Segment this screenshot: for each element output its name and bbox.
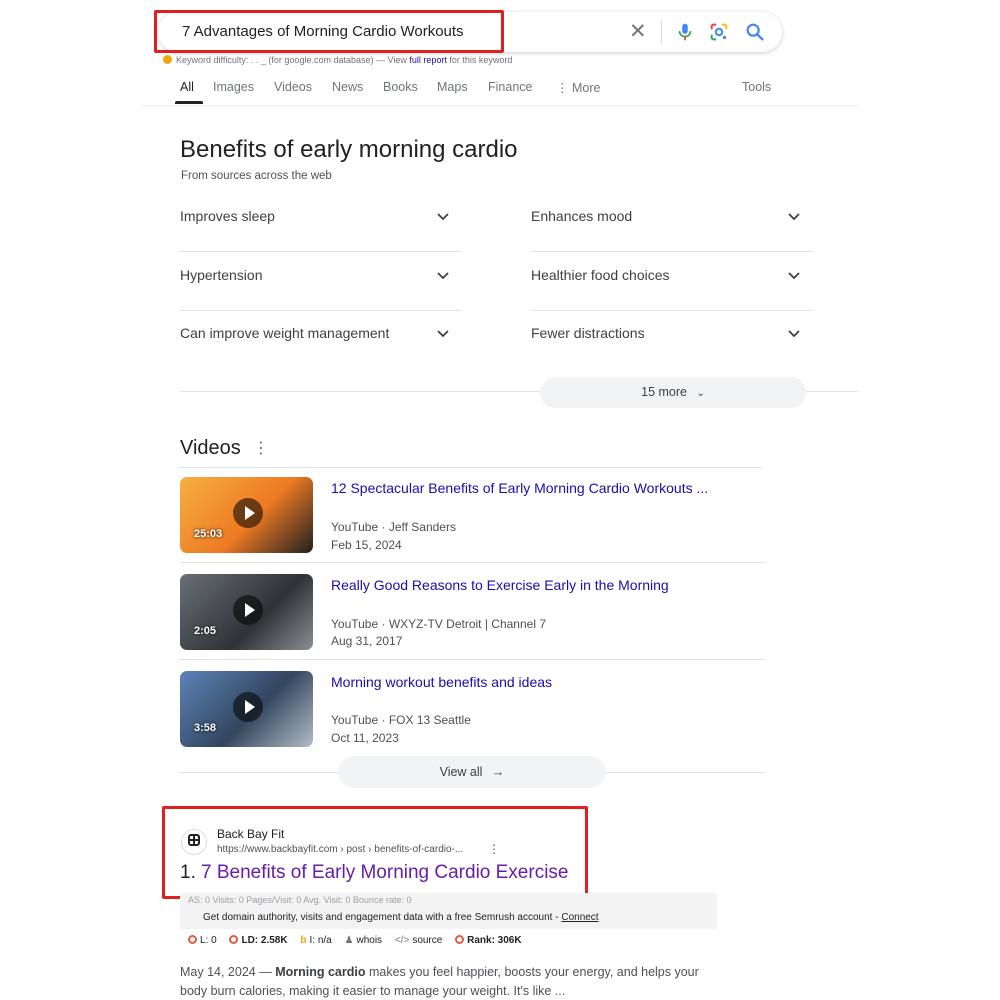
video-divider bbox=[180, 659, 765, 660]
metric-source[interactable]: </> source bbox=[395, 935, 442, 946]
tab-news[interactable]: News bbox=[332, 80, 363, 94]
play-icon bbox=[233, 498, 263, 528]
tab-maps[interactable]: Maps bbox=[437, 80, 468, 94]
tab-videos[interactable]: Videos bbox=[274, 80, 312, 94]
video-date: Feb 15, 2024 bbox=[331, 538, 402, 552]
site-favicon bbox=[181, 829, 207, 855]
bing-icon: b bbox=[300, 935, 307, 946]
chevron-down-icon: ⌄ bbox=[696, 388, 705, 399]
more-vert-icon: ⋮ bbox=[556, 81, 572, 95]
tab-tools[interactable]: Tools bbox=[742, 80, 771, 94]
view-all-button[interactable]: View all → bbox=[338, 756, 606, 788]
video-duration: 25:03 bbox=[194, 528, 223, 540]
video-thumbnail[interactable]: 25:03 bbox=[180, 477, 313, 553]
benefits-title: Benefits of early morning cardio bbox=[180, 136, 518, 163]
more-vert-icon[interactable]: ⋮ bbox=[253, 441, 269, 457]
site-url[interactable]: https://www.backbayfit.com › post › bene… bbox=[217, 844, 463, 855]
video-divider bbox=[180, 562, 765, 563]
show-more-button[interactable]: 15 more ⌄ bbox=[540, 377, 806, 408]
tab-more[interactable]: ⋮ More bbox=[556, 80, 600, 95]
tab-books[interactable]: Books bbox=[383, 80, 418, 94]
videos-heading: Videos bbox=[180, 437, 241, 459]
video-duration: 2:05 bbox=[194, 625, 217, 637]
chevron-down-icon bbox=[788, 213, 800, 221]
play-icon bbox=[233, 692, 263, 722]
tab-finance[interactable]: Finance bbox=[488, 80, 532, 94]
video-title-link[interactable]: Morning workout benefits and ideas bbox=[331, 674, 552, 690]
active-tab-indicator bbox=[175, 101, 203, 104]
search-bar[interactable]: 7 Advantages of Morning Cardio Workouts … bbox=[158, 12, 782, 52]
video-date: Oct 11, 2023 bbox=[331, 731, 399, 745]
benefits-subtitle: From sources across the web bbox=[181, 170, 332, 182]
search-icon[interactable] bbox=[744, 21, 766, 43]
video-title-link[interactable]: 12 Spectacular Benefits of Early Morning… bbox=[331, 480, 708, 496]
search-tabs: All Images Videos News Books Maps Financ… bbox=[180, 80, 860, 106]
chevron-down-icon bbox=[788, 272, 800, 280]
tab-images[interactable]: Images bbox=[213, 80, 254, 94]
play-icon bbox=[233, 595, 263, 625]
benefit-item-enhances-mood[interactable]: Enhances mood bbox=[531, 194, 813, 252]
benefit-item-hypertension[interactable]: Hypertension bbox=[180, 253, 462, 311]
keyword-difficulty-line: Keyword difficulty: . . _ (for google.co… bbox=[163, 55, 512, 65]
status-circle-icon bbox=[455, 935, 465, 944]
status-circle-icon bbox=[229, 935, 239, 944]
video-thumbnail[interactable]: 3:58 bbox=[180, 671, 313, 747]
metric-index[interactable]: b I: n/a bbox=[300, 935, 331, 946]
seo-toolbar: AS: 0 Visits: 0 Pages/Visit: 0 Avg. Visi… bbox=[180, 893, 717, 929]
google-lens-icon[interactable] bbox=[708, 21, 730, 43]
chevron-down-icon bbox=[437, 272, 449, 280]
metric-whois[interactable]: ♟ whois bbox=[345, 935, 383, 946]
search-divider bbox=[661, 20, 662, 44]
tab-all[interactable]: All bbox=[180, 80, 194, 94]
chevron-down-icon bbox=[437, 213, 449, 221]
video-source: YouTube · Jeff Sanders bbox=[331, 520, 456, 534]
result-number: 1. bbox=[180, 862, 196, 883]
site-name[interactable]: Back Bay Fit bbox=[217, 827, 284, 841]
videos-divider bbox=[180, 467, 762, 468]
video-source: YouTube · FOX 13 Seattle bbox=[331, 713, 471, 727]
metric-rank[interactable]: Rank: 306K bbox=[455, 935, 522, 946]
benefit-item-improves-sleep[interactable]: Improves sleep bbox=[180, 194, 462, 252]
tabs-divider bbox=[142, 105, 858, 106]
status-circle-icon bbox=[188, 935, 197, 944]
video-thumbnail[interactable]: 2:05 bbox=[180, 574, 313, 650]
video-duration: 3:58 bbox=[194, 722, 217, 734]
video-source: YouTube · WXYZ-TV Detroit | Channel 7 bbox=[331, 617, 546, 631]
semrush-icon bbox=[163, 55, 172, 64]
benefit-item-fewer-distractions[interactable]: Fewer distractions bbox=[531, 311, 813, 369]
arrow-right-icon: → bbox=[491, 765, 505, 779]
result-title-link[interactable]: 7 Benefits of Early Morning Cardio Exerc… bbox=[201, 862, 569, 884]
video-title-link[interactable]: Really Good Reasons to Exercise Early in… bbox=[331, 577, 669, 593]
benefit-item-healthier-food[interactable]: Healthier food choices bbox=[531, 253, 813, 311]
close-icon[interactable]: ✕ bbox=[629, 21, 647, 43]
chevron-down-icon bbox=[788, 330, 800, 338]
metric-linking-domains[interactable]: LD: 2.58K bbox=[229, 935, 288, 946]
full-report-link[interactable]: full report bbox=[409, 55, 447, 65]
metric-links[interactable]: L: 0 bbox=[188, 935, 217, 946]
seo-connect-row: Get domain authority, visits and engagem… bbox=[203, 912, 599, 923]
seo-stats-row: AS: 0 Visits: 0 Pages/Visit: 0 Avg. Visi… bbox=[188, 895, 412, 905]
result-snippet: May 14, 2024 — Morning cardio makes you … bbox=[180, 965, 699, 998]
seo-metrics: L: 0 LD: 2.58K b I: n/a ♟ whois </> source … bbox=[188, 935, 532, 946]
person-icon: ♟ bbox=[344, 935, 354, 946]
chevron-down-icon bbox=[437, 330, 449, 338]
search-input[interactable]: 7 Advantages of Morning Cardio Workouts bbox=[182, 23, 464, 40]
microphone-icon[interactable] bbox=[674, 21, 696, 43]
video-date: Aug 31, 2017 bbox=[331, 634, 403, 648]
code-icon: </> bbox=[394, 935, 410, 946]
more-vert-icon[interactable]: ⋮ bbox=[488, 842, 500, 856]
connect-link[interactable]: Connect bbox=[561, 912, 598, 923]
benefit-item-weight-management[interactable]: Can improve weight management bbox=[180, 311, 462, 369]
